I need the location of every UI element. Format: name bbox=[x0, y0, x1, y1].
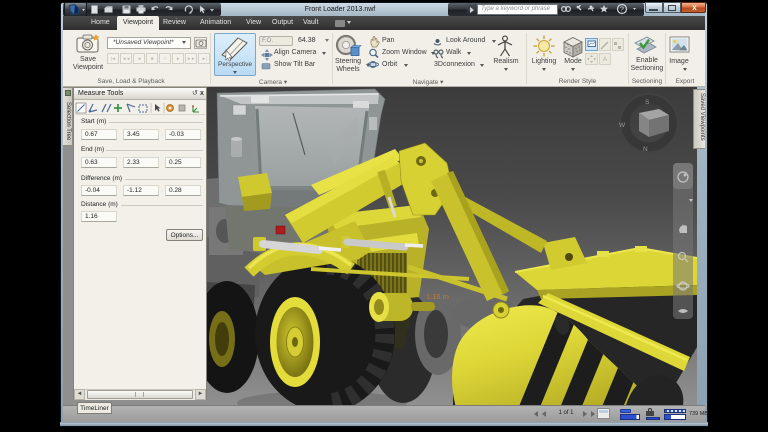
svg-text:1.16 m: 1.16 m bbox=[426, 292, 449, 301]
svg-text:S: S bbox=[645, 99, 650, 106]
svg-text:N: N bbox=[643, 146, 648, 153]
svg-text:?: ? bbox=[620, 7, 624, 14]
svg-text:W: W bbox=[619, 122, 626, 129]
